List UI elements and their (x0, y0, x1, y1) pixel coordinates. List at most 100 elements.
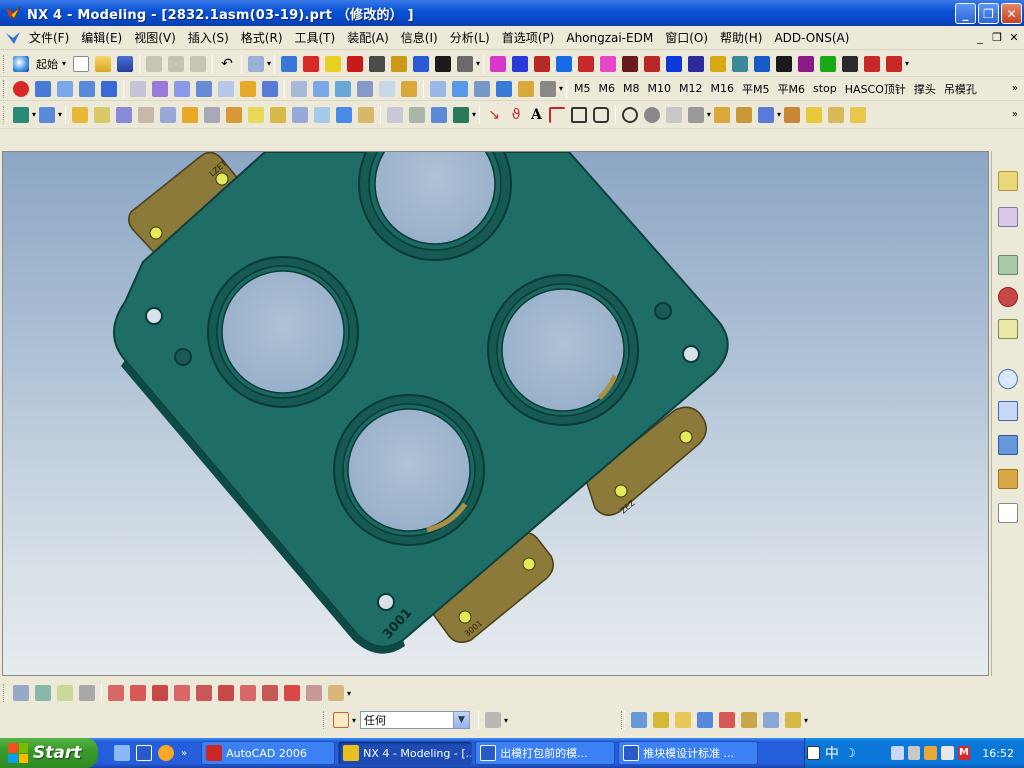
offset-tool-icon[interactable] (665, 106, 682, 123)
quicklaunch-browser-icon[interactable] (158, 745, 174, 761)
spiral-tool-icon[interactable] (643, 106, 660, 123)
mw-icon-23[interactable] (518, 80, 534, 97)
feature-dropdown-icon-3[interactable]: ▾ (472, 110, 476, 119)
mw-icon-15[interactable] (335, 80, 351, 97)
mw-icon-8[interactable] (174, 80, 190, 97)
mdi-restore-button[interactable]: ❒ (990, 31, 1004, 44)
system-materials-icon[interactable] (998, 503, 1018, 523)
web-browser-icon[interactable] (998, 255, 1018, 275)
m10-button[interactable]: M10 (648, 82, 672, 95)
menu-window[interactable]: 窗口(O) (659, 29, 714, 46)
mw-icon-17[interactable] (379, 80, 395, 97)
feature-icon-18[interactable] (409, 106, 426, 123)
feature-icon-4[interactable] (94, 106, 111, 123)
feature-icon-2[interactable] (39, 106, 56, 123)
stop-button[interactable]: stop (813, 82, 837, 95)
menu-preferences[interactable]: 首选项(P) (496, 29, 561, 46)
menu-tools[interactable]: 工具(T) (289, 29, 342, 46)
mw-icon-24[interactable] (540, 80, 556, 97)
feature-dropdown-icon-2[interactable]: ▾ (58, 110, 62, 119)
lifting-hole-button[interactable]: 吊模孔 (944, 81, 977, 97)
view-dropdown-icon[interactable]: ▾ (804, 716, 808, 725)
feature-icon-7[interactable] (160, 106, 177, 123)
scope-dropdown-icon[interactable]: ▾ (504, 716, 508, 725)
taskbar-button-autocad[interactable]: AutoCAD 2006 (201, 741, 336, 765)
type-filter-select[interactable]: 任何 ▼ (360, 711, 471, 729)
tray-app-icon[interactable] (924, 746, 938, 760)
mold-icon-6[interactable] (600, 55, 617, 72)
quicklaunch-overflow-icon[interactable]: » (181, 748, 187, 759)
feature-icon-3[interactable] (72, 106, 89, 123)
curve-tool-icon[interactable] (687, 106, 704, 123)
menu-information[interactable]: 信息(I) (395, 29, 444, 46)
mold-icon-9[interactable] (666, 55, 683, 72)
mw-icon-9[interactable] (196, 80, 212, 97)
taskbar-button-nx[interactable]: NX 4 - Modeling - [... (338, 741, 473, 765)
corner-tool-icon[interactable] (548, 106, 565, 123)
new-file-icon[interactable] (73, 55, 90, 72)
snap-icon-10[interactable] (306, 685, 322, 701)
snap-midpoint-icon[interactable] (130, 685, 146, 701)
select-dropdown-icon[interactable]: ▾ (267, 59, 271, 68)
mw-icon-5[interactable] (101, 80, 117, 97)
feature-icon-12[interactable] (270, 106, 287, 123)
curve-dropdown-icon-2[interactable]: ▾ (777, 110, 781, 119)
mw-icon-1[interactable] (13, 80, 29, 97)
mold-icon-1[interactable] (490, 55, 507, 72)
feature-icon-15[interactable] (336, 106, 353, 123)
curve-tool-icon-4[interactable] (757, 106, 774, 123)
view-icon-4[interactable] (697, 712, 714, 728)
mold-icon-13[interactable] (754, 55, 771, 72)
mw-icon-12[interactable] (262, 80, 278, 97)
snap-control-icon[interactable] (152, 685, 168, 701)
model-view[interactable]: 3001 LZET ZEZ 3001 (3, 152, 989, 676)
process-studio-icon[interactable] (998, 435, 1018, 455)
copy-icon[interactable] (168, 55, 185, 72)
menu-help[interactable]: 帮助(H) (714, 29, 768, 46)
close-button[interactable]: ✕ (1001, 3, 1022, 24)
start-dropdown-icon[interactable]: ▾ (62, 59, 66, 68)
m6-button[interactable]: M6 (599, 82, 616, 95)
mdi-minimize-button[interactable]: _ (973, 31, 987, 44)
menu-assemblies[interactable]: 装配(A) (341, 29, 395, 46)
mold-icon-8[interactable] (644, 55, 661, 72)
mw-icon-6[interactable] (130, 80, 146, 97)
part-navigator-icon[interactable] (998, 207, 1018, 227)
edm-dropdown-icon[interactable]: ▾ (476, 59, 480, 68)
feature-icon-10[interactable] (226, 106, 243, 123)
taskbar-button-word-1[interactable]: 出模打包前的模... (475, 741, 616, 765)
training-icon[interactable] (998, 287, 1018, 307)
mold-icon-2[interactable] (512, 55, 529, 72)
mold-icon-7[interactable] (622, 55, 639, 72)
mw-icon-14[interactable] (313, 80, 329, 97)
mw-icon-22[interactable] (496, 80, 512, 97)
mw-icon-16[interactable] (357, 80, 373, 97)
menu-format[interactable]: 格式(R) (235, 29, 289, 46)
help-icon[interactable] (998, 319, 1018, 339)
mw-icon-7[interactable] (152, 80, 168, 97)
menu-ahongzai-edm[interactable]: Ahongzai-EDM (560, 31, 659, 45)
curve-tool-icon-2[interactable] (713, 106, 730, 123)
mold-icon-14[interactable] (776, 55, 793, 72)
mold-icon-16[interactable] (820, 55, 837, 72)
snap-endpoint-icon[interactable] (108, 685, 124, 701)
curve-tool-icon-3[interactable] (735, 106, 752, 123)
menu-view[interactable]: 视图(V) (128, 29, 182, 46)
mw-icon-11[interactable] (240, 80, 256, 97)
network-icon[interactable] (891, 746, 904, 760)
layer-icon-3[interactable] (57, 685, 73, 701)
menu-file[interactable]: 文件(F) (23, 29, 75, 46)
cut-icon[interactable] (146, 55, 163, 72)
toolbar-grip[interactable] (3, 54, 7, 73)
mw-dropdown-icon[interactable]: ▾ (559, 84, 563, 93)
support-head-button[interactable]: 撑头 (914, 81, 936, 97)
text-tool-button[interactable]: A (531, 107, 542, 123)
hasco-ejector-pin-button[interactable]: HASCO顶针 (845, 81, 906, 97)
menu-analysis[interactable]: 分析(L) (444, 29, 496, 46)
minimize-button[interactable]: _ (955, 3, 976, 24)
edm-icon-4[interactable] (347, 55, 364, 72)
history-icon[interactable] (998, 369, 1018, 389)
curve-tool-icon-5[interactable] (783, 106, 800, 123)
snap-intersection-icon[interactable] (174, 685, 190, 701)
toolbar-grip[interactable] (3, 79, 7, 98)
